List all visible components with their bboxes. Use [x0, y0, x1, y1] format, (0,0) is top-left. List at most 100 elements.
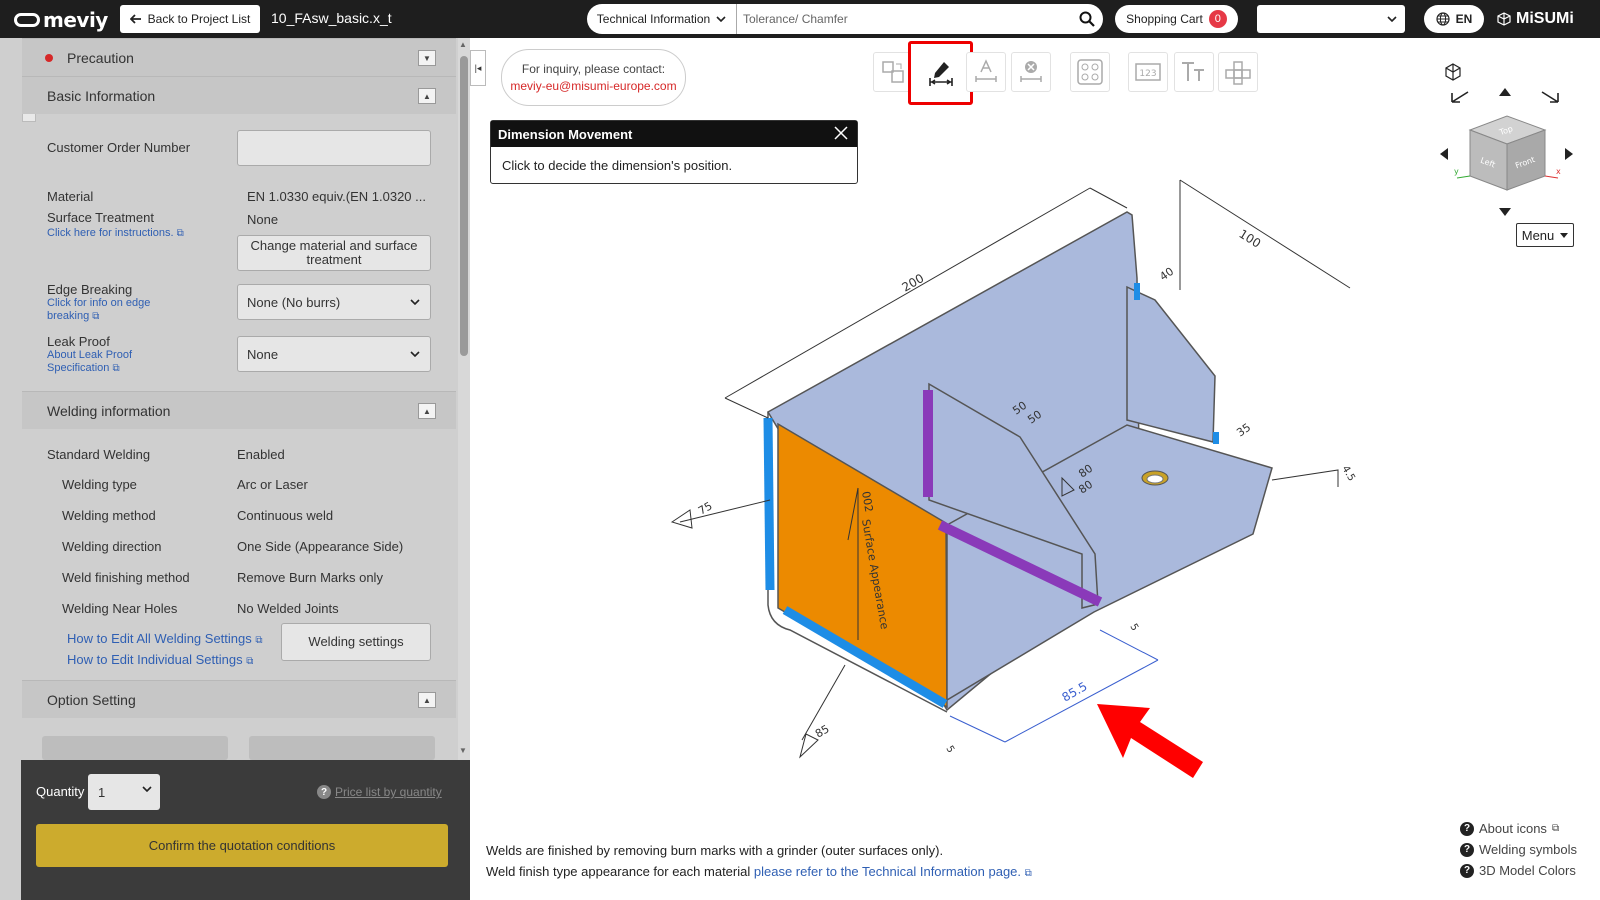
collapse-icon[interactable]: ▲	[418, 692, 436, 708]
edge-breaking-link[interactable]: Click for info on edge breaking ⧉	[47, 297, 150, 323]
search-input[interactable]	[737, 12, 1071, 26]
scroll-up-icon[interactable]: ▲	[459, 40, 467, 49]
view-switch-tool[interactable]	[873, 52, 913, 92]
misumi-cube-icon	[1497, 12, 1511, 26]
model-colors-link[interactable]: ? 3D Model Colors	[1460, 863, 1576, 878]
welding-settings-button[interactable]: Welding settings	[281, 623, 431, 661]
confirm-quotation-button[interactable]: Confirm the quotation conditions	[36, 824, 448, 867]
dim-85: 85	[813, 722, 832, 740]
collapse-panel-icon[interactable]: |◂	[470, 50, 486, 86]
collapse-icon[interactable]: ▲	[418, 88, 436, 104]
precaution-header[interactable]: Precaution ▼	[22, 38, 456, 76]
weld-note-1: Welds are finished by removing burn mark…	[486, 843, 944, 858]
leader-75	[679, 499, 771, 523]
edit-all-welding-text: How to Edit All Welding Settings	[67, 631, 252, 646]
change-material-button[interactable]: Change material and surface treatment	[237, 235, 431, 271]
hole-tool[interactable]	[1070, 52, 1110, 92]
edit-individual-welding-text: How to Edit Individual Settings	[67, 652, 243, 667]
edge-breaking-label: Edge Breaking	[47, 282, 133, 297]
welding-method-value: Continuous weld	[237, 508, 334, 523]
top-bar: meviy Back to Project List 10_FAsw_basic…	[0, 0, 1600, 38]
left-panel-scrollbar[interactable]: ▲ ▼	[458, 38, 470, 773]
technical-info-link[interactable]: please refer to the Technical Informatio…	[754, 864, 1021, 879]
home-view-cube-icon[interactable]	[1443, 62, 1463, 82]
chevron-down-icon	[142, 786, 152, 792]
menu-label: Menu	[1521, 227, 1555, 243]
welding-type-value: Arc or Laser	[237, 477, 308, 492]
weld-symbol-85	[799, 733, 819, 759]
inquiry-email[interactable]: meviy-eu@misumi-europe.com	[510, 78, 676, 95]
external-link-icon: ⧉	[112, 363, 120, 374]
cart-label: Shopping Cart	[1126, 12, 1203, 26]
search-icon[interactable]	[1071, 11, 1103, 27]
edit-individual-welding-link[interactable]: How to Edit Individual Settings ⧉	[67, 652, 253, 667]
option-button-left[interactable]	[42, 736, 228, 760]
number-tool[interactable]: 123	[1128, 52, 1168, 92]
material-label: Material	[47, 189, 94, 204]
about-icons-link[interactable]: ? About icons ⧉	[1460, 821, 1559, 836]
weld-note-2-text: Weld finish type appearance for each mat…	[486, 864, 751, 879]
viewer-menu-button[interactable]: Menu	[1516, 223, 1574, 247]
welding-info-title: Welding information	[47, 402, 171, 419]
surface-instructions-link[interactable]: Click here for instructions. ⧉	[47, 227, 184, 240]
search-category-select[interactable]: Technical Information	[587, 4, 737, 34]
text-tool[interactable]	[1174, 52, 1214, 92]
price-list-text: Price list by quantity	[335, 785, 442, 799]
dim-100-line	[1179, 179, 1351, 290]
meviy-logo[interactable]: meviy	[14, 8, 108, 32]
dimension-move-tool[interactable]	[908, 41, 973, 105]
inquiry-text: For inquiry, please contact:	[521, 61, 666, 76]
welding-info-header[interactable]: Welding information ▲	[22, 391, 456, 429]
misumi-logo[interactable]: MiSUMi	[1497, 10, 1574, 28]
leak-proof-select[interactable]: None	[237, 336, 431, 372]
text-dimension-tool[interactable]	[966, 52, 1006, 92]
red-arrow-icon	[1097, 704, 1203, 778]
close-icon[interactable]	[833, 125, 849, 141]
quantity-label: Quantity	[36, 784, 85, 799]
back-to-project-list-button[interactable]: Back to Project List	[120, 5, 260, 33]
leak-proof-link[interactable]: About Leak Proof Specification ⧉	[47, 349, 132, 375]
mounting-hole-inner	[1146, 474, 1164, 484]
shopping-cart-button[interactable]: Shopping Cart 0	[1115, 5, 1238, 33]
surface-treatment-label: Surface Treatment	[47, 210, 154, 225]
view-cube[interactable]: Top Left Front y x	[1425, 80, 1585, 220]
dim-45: 4.5	[1339, 464, 1356, 483]
basic-info-header[interactable]: Basic Information ▲	[22, 76, 456, 114]
account-select[interactable]	[1257, 5, 1405, 33]
external-link-icon: ⧉	[246, 656, 254, 667]
customer-order-input[interactable]	[237, 130, 431, 166]
model-colors-text: 3D Model Colors	[1479, 863, 1576, 878]
edit-all-welding-link[interactable]: How to Edit All Welding Settings ⧉	[67, 631, 263, 646]
dim-40: 40	[1157, 265, 1176, 284]
expand-icon[interactable]: ▼	[418, 50, 436, 66]
edge-breaking-select[interactable]: None (No burrs)	[237, 284, 431, 320]
inquiry-box: For inquiry, please contact: meviy-eu@mi…	[501, 49, 686, 106]
delete-dimension-tool[interactable]	[1011, 52, 1051, 92]
scroll-thumb[interactable]	[460, 56, 468, 356]
surface-instructions-text: Click here for instructions.	[47, 227, 174, 239]
help-icon: ?	[1460, 821, 1474, 836]
quantity-select[interactable]: 1	[88, 774, 160, 810]
chevron-down-icon	[716, 16, 726, 22]
views-tool[interactable]	[1218, 52, 1258, 92]
customer-order-label: Customer Order Number	[47, 140, 191, 155]
arrow-left-icon	[129, 14, 141, 24]
collapse-icon[interactable]: ▲	[418, 403, 436, 419]
weld-finishing-value: Remove Burn Marks only	[237, 570, 383, 585]
file-name: 10_FAsw_basic.x_t	[271, 10, 392, 26]
option-setting-header[interactable]: Option Setting ▲	[22, 680, 456, 718]
external-link-icon: ⧉	[1024, 868, 1032, 879]
search-category-label: Technical Information	[596, 12, 711, 26]
axis-x-label: x	[1556, 167, 1561, 176]
language-button[interactable]: EN	[1424, 5, 1484, 33]
welding-method-label: Welding method	[62, 508, 156, 523]
price-list-link[interactable]: ? Price list by quantity	[317, 785, 442, 799]
option-button-right[interactable]	[249, 736, 435, 760]
welding-direction-label: Welding direction	[62, 539, 162, 554]
scroll-down-icon[interactable]: ▼	[459, 746, 467, 755]
welding-symbols-link[interactable]: ? Welding symbols	[1460, 842, 1577, 857]
axis-x-icon	[1544, 175, 1559, 179]
model-viewport[interactable]: 200 100 40 35 50 50 80 80 75 85 85.5 4.5…	[480, 170, 1380, 780]
search-bar: Technical Information	[587, 4, 1103, 34]
option-setting-title: Option Setting	[47, 691, 136, 708]
